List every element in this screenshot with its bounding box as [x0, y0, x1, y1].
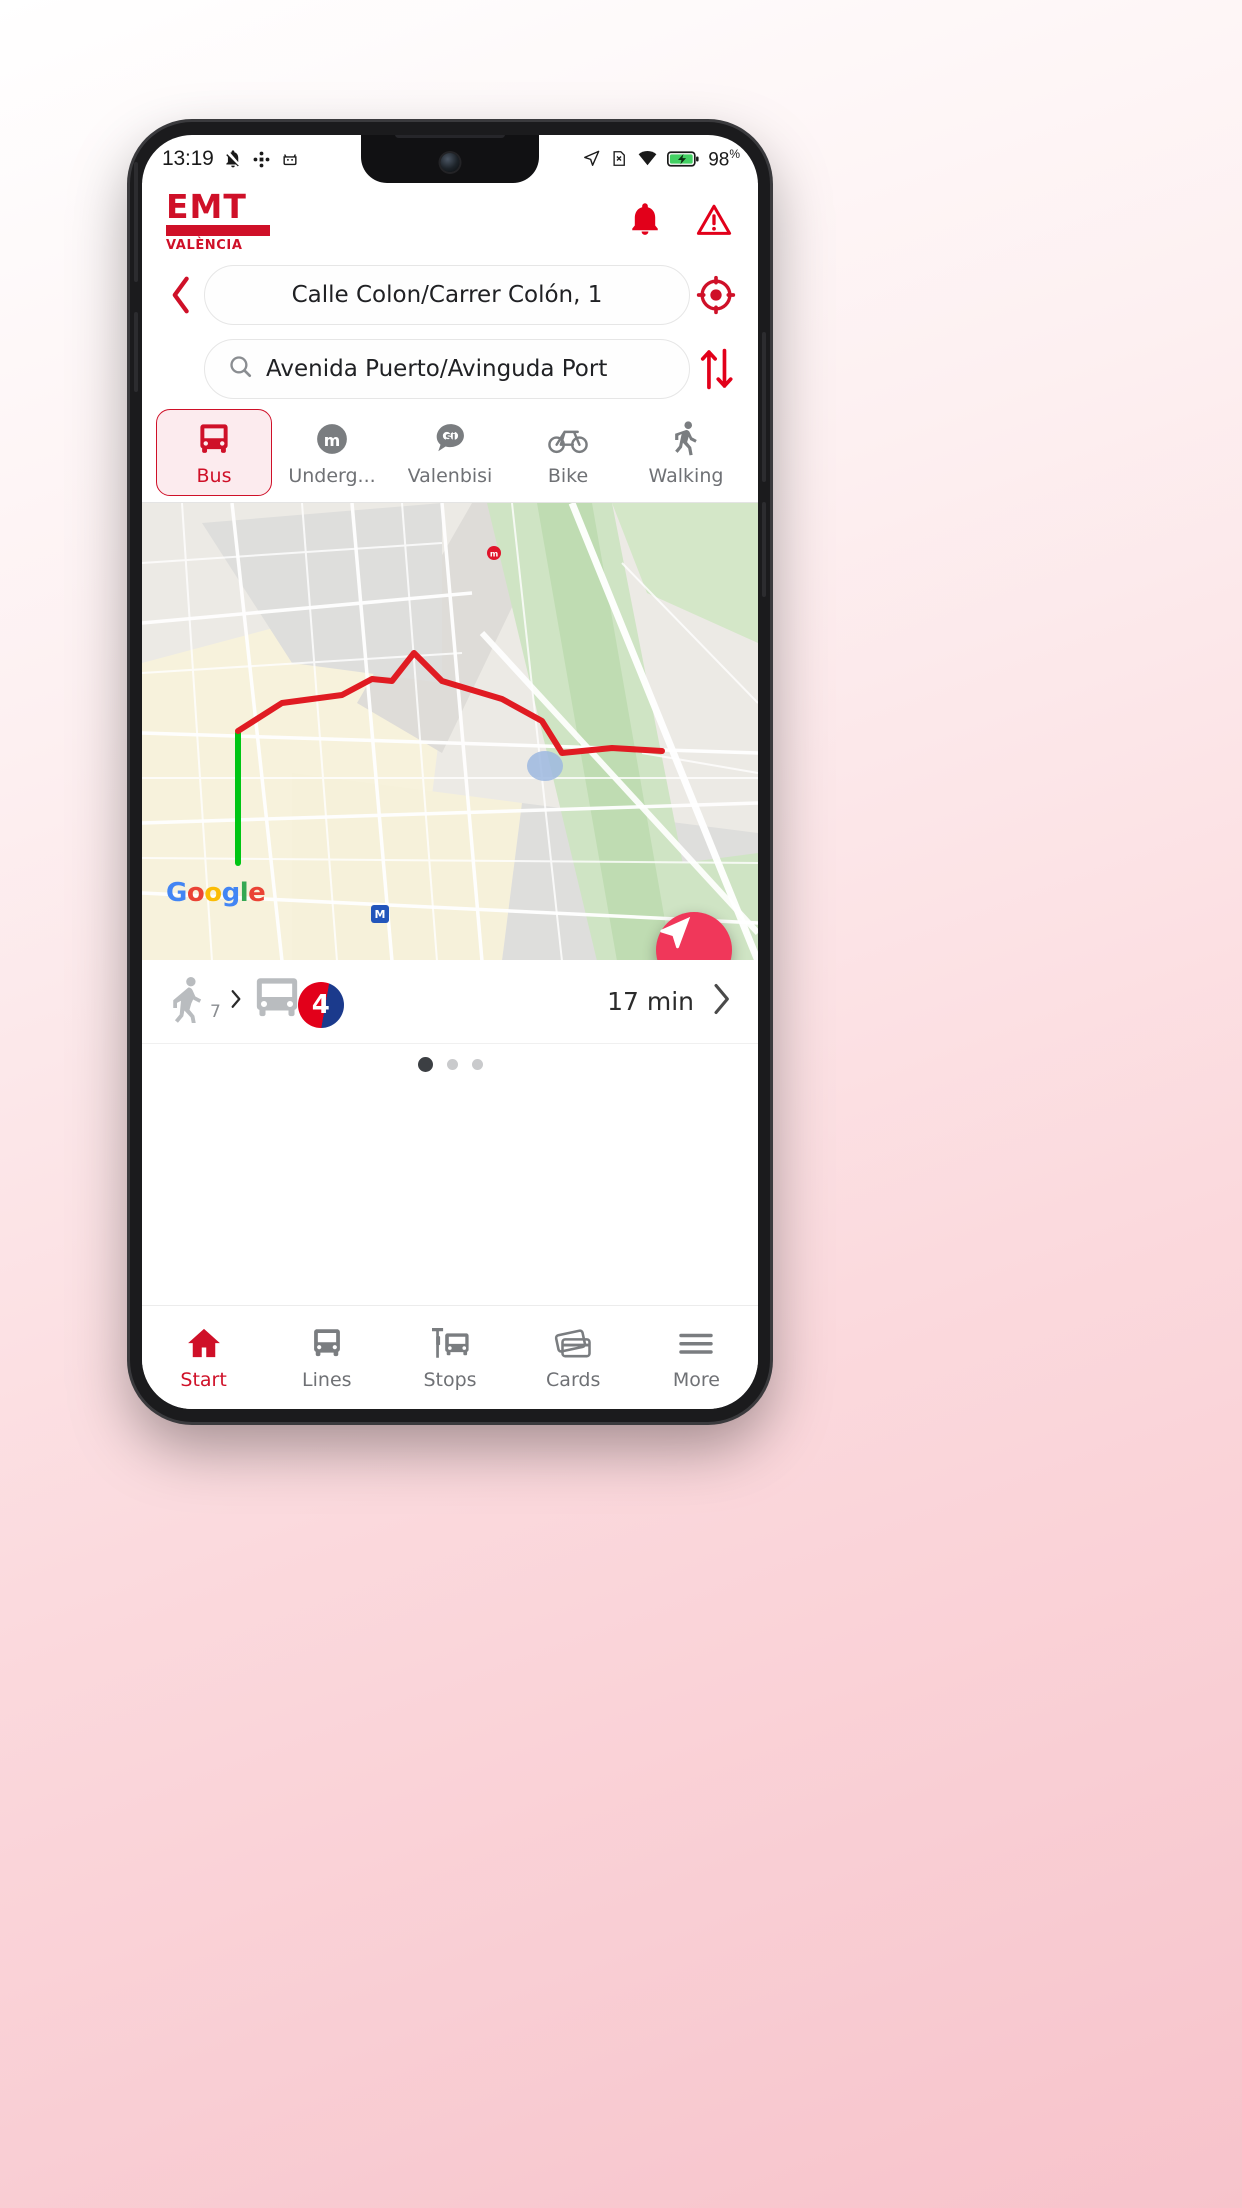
bus-icon — [200, 424, 228, 453]
nav-item-more-label: More — [672, 1368, 720, 1391]
alert-warning-icon[interactable] — [696, 202, 732, 243]
route-search-block: Calle Colon/Carrer Colón, 1 Avenida Puer… — [142, 261, 758, 405]
phone-device-frame: 13:19 98% EMT VALÈNCIA Calle Colon/Carre… — [130, 122, 770, 1422]
battery-percent: 98% — [708, 147, 740, 171]
mode-tab-bus[interactable]: Bus — [156, 409, 272, 496]
bus-icon — [313, 1328, 340, 1356]
bus-line-badge: 4 — [297, 982, 344, 1028]
mode-tab-bike[interactable]: Bike — [510, 409, 626, 496]
bus-stop-icon — [432, 1327, 469, 1358]
mode-tab-walking[interactable]: Walking — [628, 409, 744, 496]
svg-text:si: si — [445, 431, 455, 444]
notification-bell-icon[interactable] — [628, 202, 662, 243]
google-logo-l: l — [239, 878, 249, 908]
google-logo: Google — [166, 878, 266, 908]
route-duration-group: 17 min — [607, 982, 732, 1022]
pager-dot-2[interactable] — [446, 1058, 458, 1070]
android-head-icon — [280, 149, 300, 169]
bus-front-icon — [251, 975, 303, 1028]
origin-input[interactable]: Calle Colon/Carrer Colón, 1 — [204, 265, 690, 325]
transport-mode-tabs: Bus m Underg... si Valenbisi Bike Walkin… — [142, 405, 758, 502]
walking-person-icon — [170, 975, 206, 1028]
origin-row: Calle Colon/Carrer Colón, 1 — [142, 265, 758, 325]
home-icon — [187, 1328, 220, 1357]
app-header: EMT VALÈNCIA — [142, 183, 758, 261]
mode-tab-bus-label: Bus — [196, 465, 232, 487]
google-logo-g2: g — [221, 878, 241, 908]
status-bar-right: 98% — [582, 147, 740, 171]
mode-tab-underground[interactable]: m Underg... — [274, 409, 390, 496]
location-arrow-icon — [582, 149, 601, 168]
origin-input-value: Calle Colon/Carrer Colón, 1 — [291, 282, 603, 308]
nav-item-stops[interactable]: Stops — [388, 1325, 511, 1391]
nav-item-start[interactable]: Start — [142, 1325, 265, 1391]
metro-m-icon: m — [317, 424, 347, 454]
google-logo-g1: G — [166, 878, 187, 908]
route-legs: 7 4 — [170, 975, 344, 1028]
header-actions — [628, 202, 732, 243]
hamburger-menu-icon — [679, 1333, 714, 1354]
nav-item-more[interactable]: More — [635, 1325, 758, 1391]
mode-tab-underground-label: Underg... — [288, 465, 376, 487]
emt-logo-bar — [166, 225, 270, 237]
svg-text:m: m — [324, 431, 341, 450]
pager-dot-3[interactable] — [471, 1058, 483, 1070]
bottom-navigation: Start Lines Stops Cards More — [142, 1305, 758, 1409]
emt-logo[interactable]: EMT VALÈNCIA — [166, 186, 270, 254]
cards-icon — [555, 1328, 591, 1357]
power-button[interactable] — [762, 502, 766, 597]
walk-minutes: 7 — [210, 1002, 221, 1022]
mute-bell-icon — [223, 149, 243, 169]
battery-percent-symbol: % — [729, 146, 740, 161]
route-summary-row[interactable]: 7 4 17 min — [142, 960, 758, 1044]
back-button[interactable] — [158, 273, 204, 317]
my-location-icon[interactable] — [690, 275, 742, 315]
volume-button[interactable] — [134, 312, 138, 392]
nav-item-lines-label: Lines — [302, 1368, 352, 1391]
google-logo-o2: o — [204, 878, 222, 908]
walking-icon — [675, 421, 697, 456]
status-clock: 13:19 — [162, 147, 214, 170]
battery-percent-value: 98 — [708, 149, 730, 171]
status-bar-left: 13:19 — [162, 147, 300, 171]
route-duration: 17 min — [607, 987, 694, 1016]
pager-dot-1[interactable] — [417, 1056, 433, 1072]
nav-item-cards[interactable]: Cards — [512, 1325, 635, 1391]
svg-text:M: M — [375, 908, 386, 921]
mode-tab-valenbisi-label: Valenbisi — [407, 465, 493, 487]
search-icon — [227, 353, 254, 385]
svg-text:m: m — [490, 550, 498, 559]
valenbisi-icon: si — [436, 424, 464, 452]
detail-chevron-icon[interactable] — [710, 982, 732, 1022]
leg-chevron-icon — [229, 989, 243, 1014]
google-logo-o1: o — [186, 878, 205, 908]
destination-row: Avenida Puerto/Avinguda Port — [142, 339, 758, 399]
mode-tab-valenbisi[interactable]: si Valenbisi — [392, 409, 508, 496]
route-pager-dots — [142, 1044, 758, 1084]
google-logo-e: e — [248, 878, 266, 908]
bicycle-icon — [548, 430, 588, 454]
phone-screen: 13:19 98% EMT VALÈNCIA Calle Colon/Carre… — [142, 135, 758, 1409]
mode-tab-bike-label: Bike — [547, 465, 589, 487]
emt-logo-main: EMT — [166, 186, 247, 226]
status-bar: 13:19 98% — [142, 135, 758, 183]
destination-input[interactable]: Avenida Puerto/Avinguda Port — [204, 339, 690, 399]
sim-x-icon — [610, 149, 628, 168]
wifi-icon — [637, 149, 658, 168]
swap-vertical-icon[interactable] — [690, 345, 742, 393]
nav-item-cards-label: Cards — [546, 1368, 601, 1391]
route-map[interactable]: m M Google — [142, 502, 758, 960]
nav-item-stops-label: Stops — [423, 1368, 477, 1391]
mode-tab-walking-label: Walking — [648, 465, 724, 487]
battery-charging-icon — [667, 150, 699, 168]
slack-icon — [252, 150, 271, 169]
nav-item-start-label: Start — [180, 1368, 227, 1391]
navigate-fab-icon — [660, 916, 691, 949]
emt-logo-sub: VALÈNCIA — [166, 238, 243, 254]
nav-item-lines[interactable]: Lines — [265, 1325, 388, 1391]
destination-input-value: Avenida Puerto/Avinguda Port — [266, 356, 608, 382]
